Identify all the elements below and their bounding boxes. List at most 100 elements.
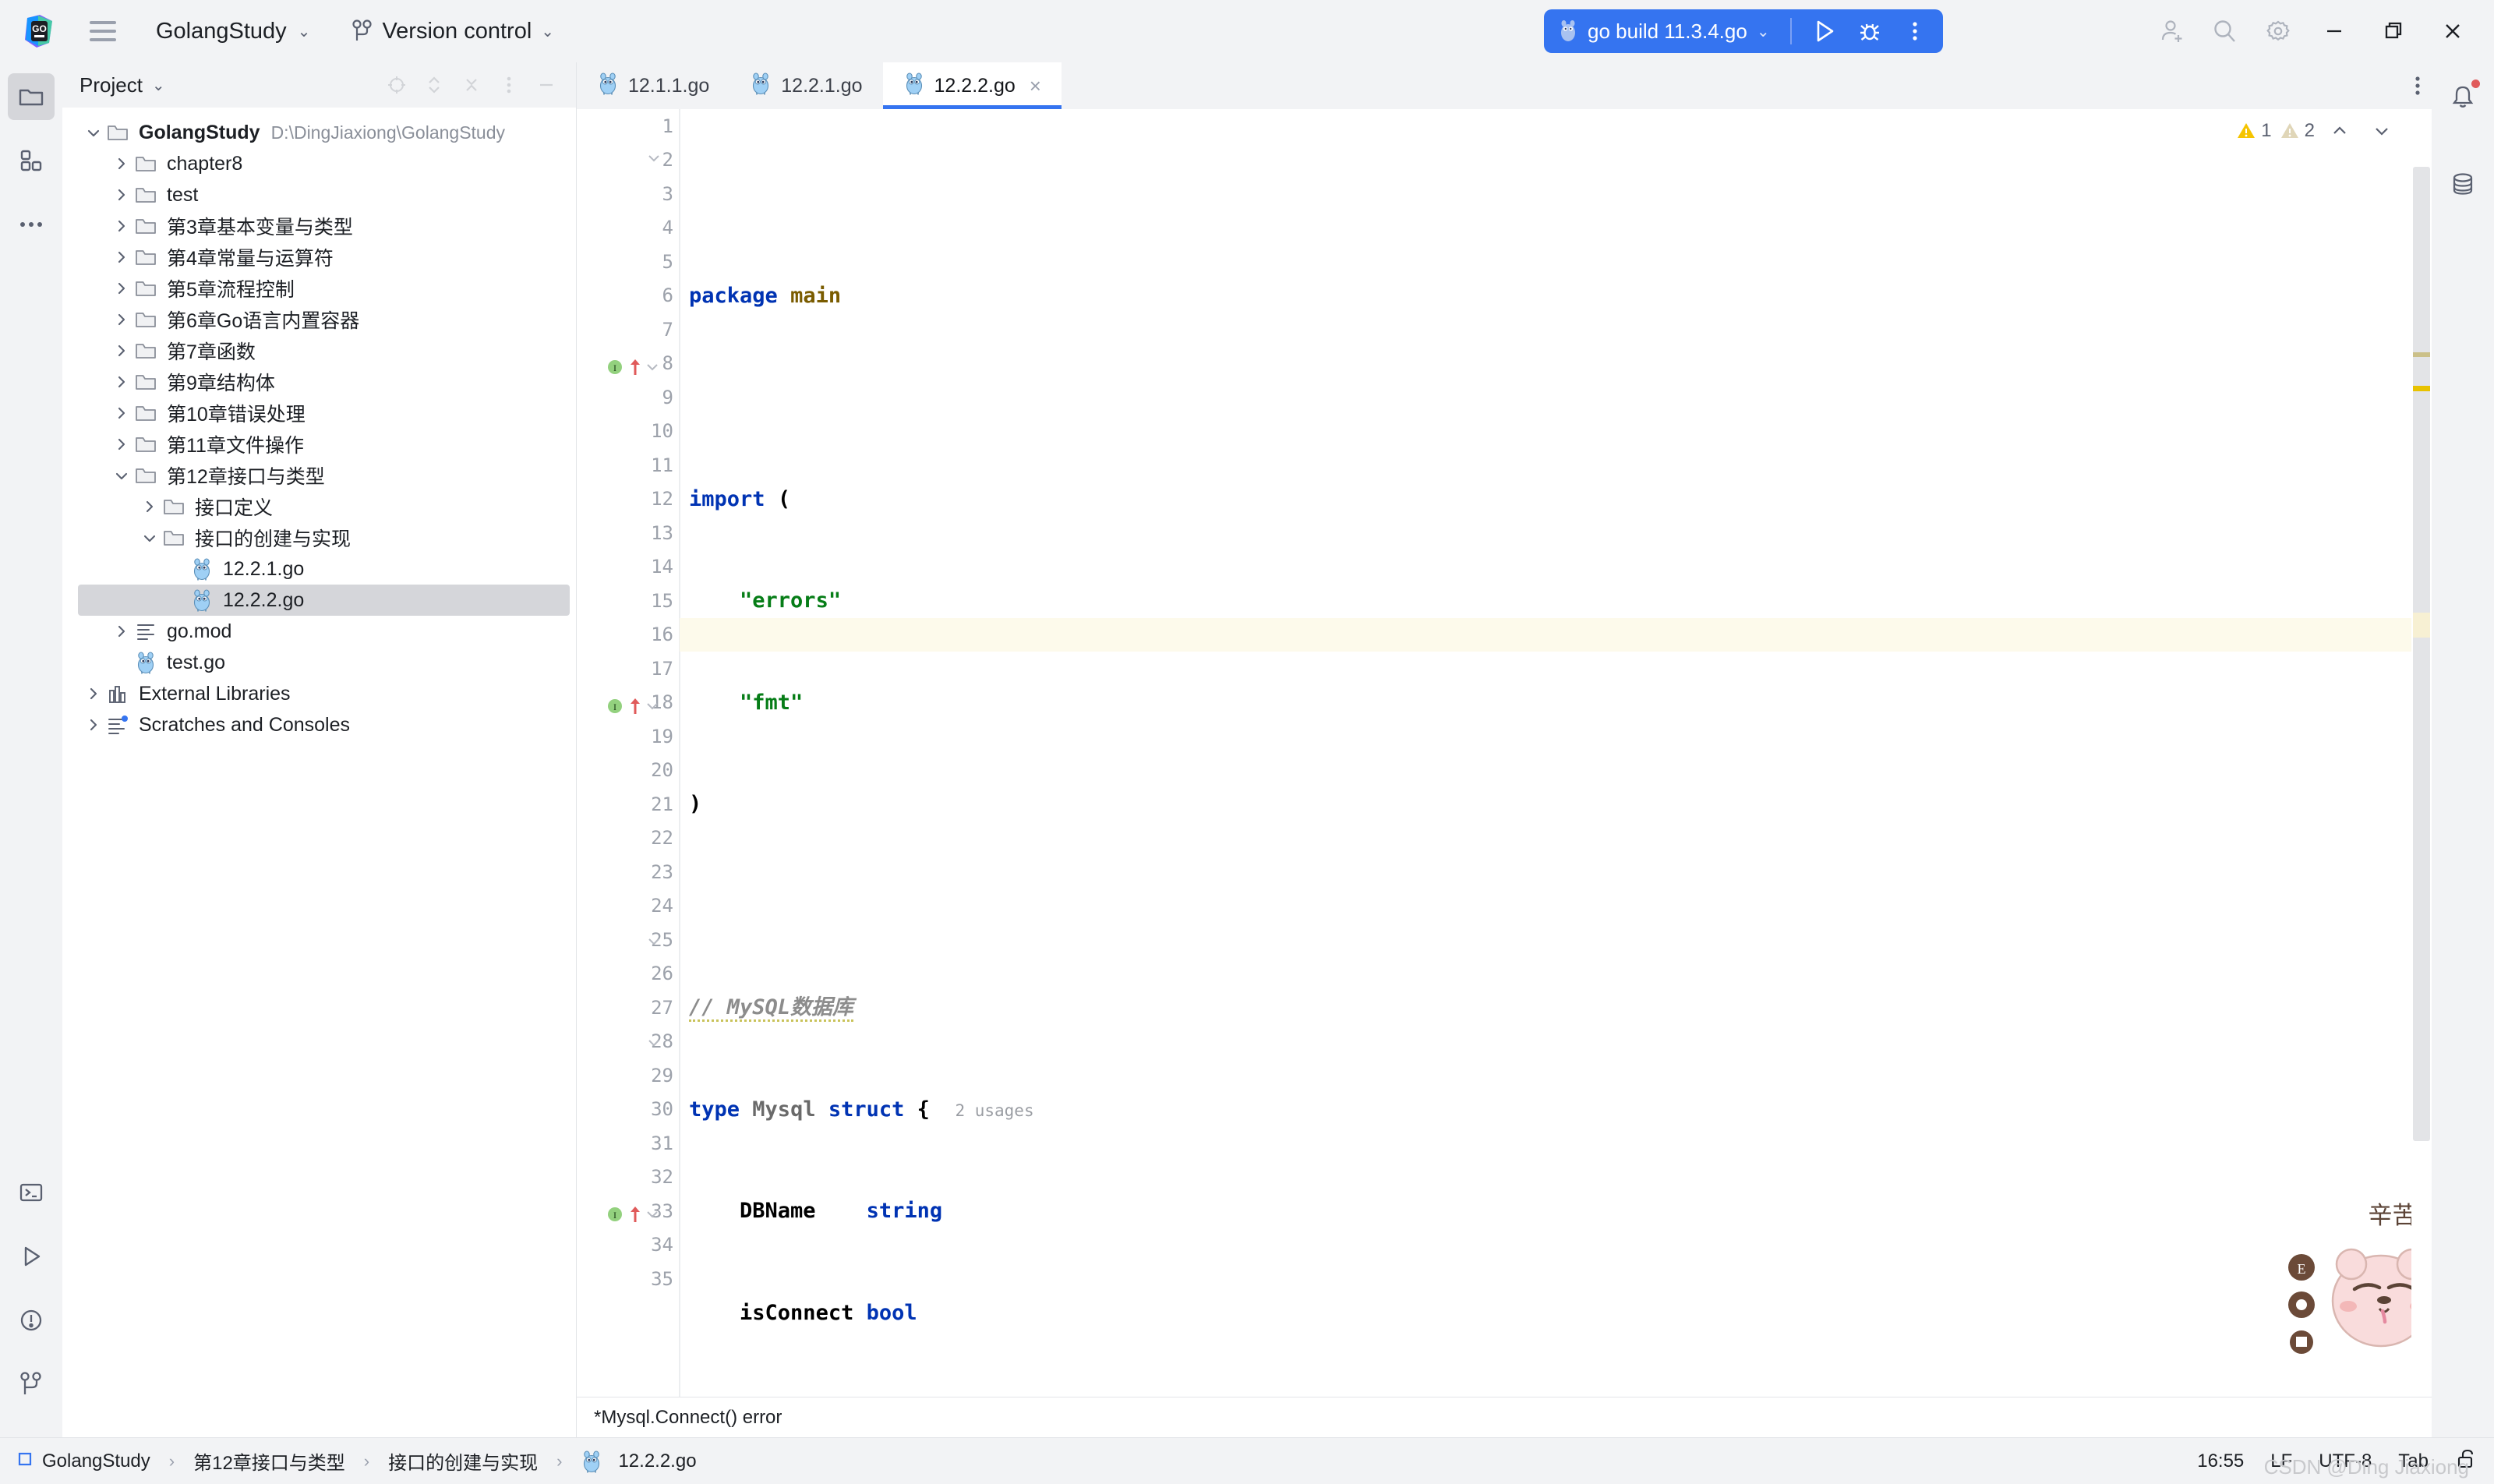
code-line-3[interactable]: import ( xyxy=(684,482,2432,517)
tree-arrow[interactable] xyxy=(111,436,132,453)
gutter-line-number-20[interactable]: 20 xyxy=(577,754,680,788)
tree-arrow[interactable] xyxy=(111,467,132,484)
locate-icon[interactable] xyxy=(380,68,414,102)
minimize-button[interactable] xyxy=(2307,0,2362,62)
options-icon[interactable] xyxy=(492,68,526,102)
run-tool-icon[interactable] xyxy=(8,1233,55,1280)
gutter-line-number-34[interactable]: 34 xyxy=(577,1228,680,1263)
terminal-icon[interactable] xyxy=(8,1169,55,1216)
fold-marker-line3[interactable] xyxy=(645,150,662,167)
breadcrumb-item-2[interactable]: 接口的创建与实现 xyxy=(388,1447,538,1475)
tree-item--12-[interactable]: 第12章接口与类型 xyxy=(62,460,576,491)
gutter-line-number-7[interactable]: 7 xyxy=(577,313,680,347)
gutter-line-number-14[interactable]: 14 xyxy=(577,550,680,585)
fold-marker-line21[interactable] xyxy=(645,933,662,950)
version-control-selector[interactable]: Version control ⌄ xyxy=(344,14,562,49)
code-line-2[interactable] xyxy=(684,380,2432,415)
gutter-line-number-28[interactable]: 28 xyxy=(577,1025,680,1059)
breadcrumb-item-3[interactable]: 12.2.2.go xyxy=(618,1450,696,1472)
gutter-line-number-16[interactable]: 16 xyxy=(577,618,680,652)
account-add-icon[interactable] xyxy=(2148,7,2196,55)
gutter-line-number-24[interactable]: 24 xyxy=(577,889,680,924)
code-line-7[interactable] xyxy=(684,889,2432,924)
tree-item--3-[interactable]: 第3章基本变量与类型 xyxy=(62,210,576,242)
version-control-icon[interactable] xyxy=(8,1361,55,1408)
tree-item-scratches-and-consoles[interactable]: Scratches and Consoles xyxy=(62,709,576,740)
debug-button[interactable] xyxy=(1848,12,1892,50)
tree-arrow[interactable] xyxy=(83,685,104,702)
project-selector[interactable]: GolangStudy ⌄ xyxy=(148,14,318,49)
tree-arrow[interactable] xyxy=(111,405,132,422)
code-line-1[interactable]: package main xyxy=(684,279,2432,313)
fold-marker-line24[interactable] xyxy=(645,1034,662,1051)
tree-arrow[interactable] xyxy=(139,529,161,546)
tree-arrow[interactable] xyxy=(111,280,132,297)
line-ending-button[interactable]: LF xyxy=(2270,1450,2292,1472)
tabbar-options[interactable] xyxy=(2415,62,2432,109)
tab-close-icon[interactable]: × xyxy=(1030,74,1041,98)
chevron-down-icon[interactable] xyxy=(2365,114,2399,148)
tree-item-external-libraries[interactable]: External Libraries xyxy=(62,678,576,709)
tree-arrow[interactable] xyxy=(111,186,132,203)
breadcrumb-item-0[interactable]: GolangStudy xyxy=(42,1450,150,1472)
lock-open-icon[interactable] xyxy=(2455,1447,2477,1475)
code-line-5[interactable]: "fmt" xyxy=(684,686,2432,720)
gutter-line-number-17[interactable]: 17 xyxy=(577,652,680,686)
tree-arrow[interactable] xyxy=(111,217,132,235)
gutter-line-number-29[interactable]: 29 xyxy=(577,1058,680,1093)
code-line-4[interactable]: "errors" xyxy=(684,584,2432,618)
gutter-line-number-27[interactable]: 27 xyxy=(577,991,680,1025)
tree-item-chapter8[interactable]: chapter8 xyxy=(62,148,576,179)
tree-item-12.2.1.go[interactable]: 12.2.1.go xyxy=(62,553,576,585)
expand-collapse-icon[interactable] xyxy=(417,68,451,102)
editor-gutter[interactable]: 1 2 3 4 5 6 7 8 9 10 11 12 13 14 15 16 17 18 19 20 21 22 23 24 2… xyxy=(577,109,680,1397)
marker-warning[interactable] xyxy=(2413,386,2430,391)
tree-item--7-[interactable]: 第7章函数 xyxy=(62,335,576,366)
tree-item--6-go-[interactable]: 第6章Go语言内置容器 xyxy=(62,304,576,335)
gutter-line-number-3[interactable]: 3 xyxy=(577,177,680,211)
tree-item--5-[interactable]: 第5章流程控制 xyxy=(62,273,576,304)
tree-item--10-[interactable]: 第10章错误处理 xyxy=(62,398,576,429)
tree-arrow[interactable] xyxy=(111,342,132,359)
chevron-up-icon[interactable] xyxy=(2323,114,2357,148)
notifications-icon[interactable] xyxy=(2439,73,2486,120)
gutter-line-number-21[interactable]: 21 xyxy=(577,787,680,822)
tree-arrow[interactable] xyxy=(111,623,132,640)
tree-item-test.go[interactable]: test.go xyxy=(62,647,576,678)
hide-panel-icon[interactable] xyxy=(529,68,563,102)
tree-arrow[interactable] xyxy=(83,716,104,733)
tree-item--[interactable]: 接口定义 xyxy=(62,491,576,522)
code-line-8[interactable]: // MySQL数据库 xyxy=(684,991,2432,1025)
tree-item--4-[interactable]: 第4章常量与运算符 xyxy=(62,242,576,273)
sidebar-item-project[interactable] xyxy=(8,73,55,120)
editor-tab-12-2-1-go[interactable]: 12.2.1.go xyxy=(729,62,882,109)
tree-arrow[interactable] xyxy=(111,311,132,328)
sidebar-item-more[interactable] xyxy=(8,201,55,248)
tree-arrow[interactable] xyxy=(111,249,132,266)
gutter-line-number-1[interactable]: 1 xyxy=(577,109,680,143)
tree-item--9-[interactable]: 第9章结构体 xyxy=(62,366,576,398)
tree-arrow[interactable] xyxy=(139,498,161,515)
editor-tab-12-2-2-go[interactable]: 12.2.2.go × xyxy=(882,62,1062,109)
tree-item-12.2.2.go[interactable]: 12.2.2.go xyxy=(78,585,570,616)
main-menu-button[interactable] xyxy=(81,9,125,53)
run-button[interactable] xyxy=(1803,12,1846,50)
editor-scrollbar[interactable] xyxy=(2411,109,2432,1397)
breadcrumb-item-1[interactable]: 第12章接口与类型 xyxy=(193,1447,345,1475)
tree-item--[interactable]: 接口的创建与实现 xyxy=(62,522,576,553)
tree-arrow[interactable] xyxy=(111,155,132,172)
gutter-line-number-2[interactable]: 2 xyxy=(577,143,680,178)
gear-icon[interactable] xyxy=(2254,7,2302,55)
implements-marker-line14[interactable]: I xyxy=(606,696,661,716)
code-content[interactable]: package main import ( "errors" "fmt" ) /… xyxy=(680,109,2432,1397)
database-icon[interactable] xyxy=(2439,161,2486,207)
gutter-line-number-31[interactable]: 31 xyxy=(577,1126,680,1161)
implements-marker-line29[interactable]: I xyxy=(606,1204,661,1224)
run-config-selector[interactable]: go build 11.3.4.go ⌄ xyxy=(1558,19,1779,44)
gutter-line-number-32[interactable]: 32 xyxy=(577,1161,680,1195)
tree-arrow[interactable] xyxy=(83,124,104,141)
close-button[interactable] xyxy=(2425,0,2480,62)
gutter-line-number-11[interactable]: 11 xyxy=(577,448,680,482)
gutter-line-number-35[interactable]: 35 xyxy=(577,1262,680,1296)
gutter-line-number-4[interactable]: 4 xyxy=(577,211,680,246)
